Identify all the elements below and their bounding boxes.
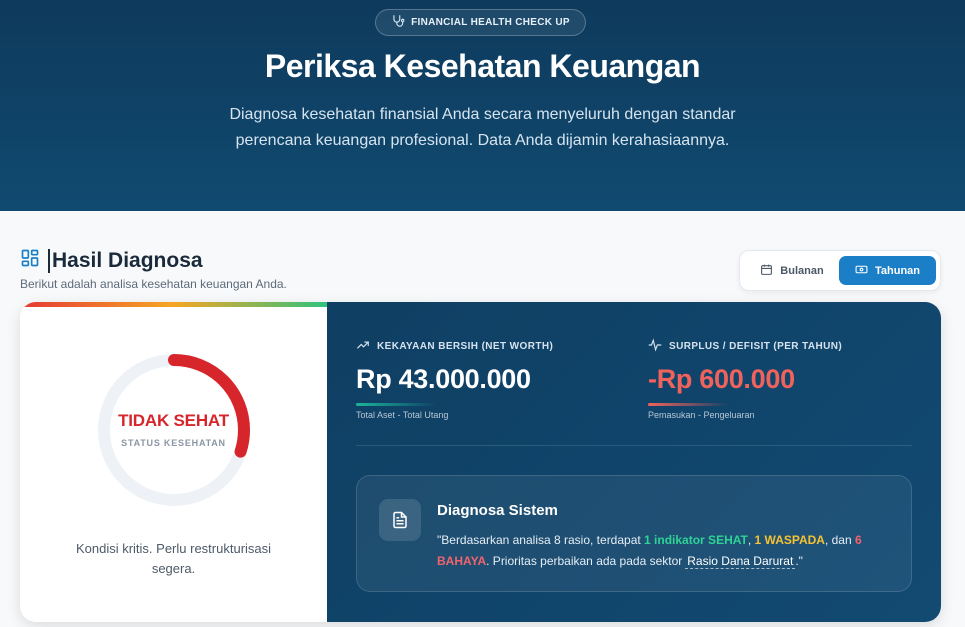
health-status: TIDAK SEHAT <box>118 411 229 430</box>
focus-sector: Rasio Dana Darurat <box>685 554 796 569</box>
section-title: Hasil Diagnosa <box>48 248 203 273</box>
net-worth-underline <box>356 403 436 406</box>
monthly-button[interactable]: Bulanan <box>749 256 835 285</box>
dashboard-icon <box>20 248 40 273</box>
diagnosis-text: "Berdasarkan analisa 8 rasio, terdapat 1… <box>437 530 897 572</box>
health-status-label: STATUS KESEHATAN <box>121 438 226 448</box>
banknote-icon <box>855 263 868 279</box>
hero-subtitle-line-2: perencana keuangan profesional. Data And… <box>235 132 730 149</box>
surplus-label: SURPLUS / DEFISIT (PER TAHUN) <box>669 341 843 352</box>
system-diagnosis-box: Diagnosa Sistem "Berdasarkan analisa 8 r… <box>356 475 912 592</box>
stethoscope-icon <box>391 14 405 31</box>
hero-subtitle: Diagnosa kesehatan finansial Anda secara… <box>190 102 775 154</box>
diagnosis-sep-1: , <box>747 533 755 547</box>
healthy-count: 1 indikator SEHAT <box>644 533 748 547</box>
yearly-button-label: Tahunan <box>874 264 920 277</box>
diagnosis-sep-2: , dan <box>824 533 855 547</box>
hero-subtitle-line-1: Diagnosa kesehatan finansial Anda secara… <box>229 106 736 123</box>
surplus-metric: SURPLUS / DEFISIT (PER TAHUN) -Rp 600.00… <box>648 338 842 420</box>
divider <box>356 445 912 446</box>
metrics-panel: KEKAYAAN BERSIH (NET WORTH) Rp 43.000.00… <box>327 302 941 622</box>
activity-icon <box>648 338 662 355</box>
health-status-panel: TIDAK SEHAT STATUS KESEHATAN Kondisi kri… <box>20 302 327 622</box>
monthly-button-label: Bulanan <box>780 264 824 277</box>
calendar-icon <box>760 263 773 279</box>
health-note: Kondisi kritis. Perlu restrukturisasi se… <box>75 541 272 576</box>
yearly-button[interactable]: Tahunan <box>839 256 936 285</box>
net-worth-footnote: Total Aset - Total Utang <box>356 410 449 420</box>
section-header: Hasil Diagnosa <box>20 248 203 273</box>
net-worth-value: Rp 43.000.000 <box>356 364 531 394</box>
surplus-underline <box>648 403 728 406</box>
health-gradient-bar <box>20 302 327 307</box>
net-worth-metric: KEKAYAAN BERSIH (NET WORTH) Rp 43.000.00… <box>356 338 553 420</box>
diagnosis-text-prefix: "Berdasarkan analisa 8 rasio, terdapat <box>437 533 645 547</box>
diagnosis-card: TIDAK SEHAT STATUS KESEHATAN Kondisi kri… <box>20 302 941 622</box>
diagnosis-text-suffix: ." <box>795 554 803 568</box>
hero-badge-label: FINANCIAL HEALTH CHECK UP <box>411 17 570 28</box>
warning-count: 1 WASPADA <box>754 533 825 547</box>
diagnosis-title: Diagnosa Sistem <box>437 502 558 519</box>
hero-title: Periksa Kesehatan Keuangan <box>264 48 701 84</box>
section-subtitle: Berikut adalah analisa kesehatan keuanga… <box>20 277 287 291</box>
document-icon <box>379 499 421 541</box>
surplus-footnote: Pemasukan - Pengeluaran <box>648 410 755 420</box>
diagnosis-text-mid: . Prioritas perbaikan ada pada sektor <box>486 554 683 568</box>
net-worth-label: KEKAYAAN BERSIH (NET WORTH) <box>377 341 554 352</box>
period-toggle: Bulanan Tahunan <box>739 250 941 291</box>
hero-badge: FINANCIAL HEALTH CHECK UP <box>375 9 586 36</box>
hero-banner: FINANCIAL HEALTH CHECK UP Periksa Keseha… <box>0 0 965 211</box>
surplus-value: -Rp 600.000 <box>648 364 795 394</box>
trending-up-icon <box>356 338 370 355</box>
